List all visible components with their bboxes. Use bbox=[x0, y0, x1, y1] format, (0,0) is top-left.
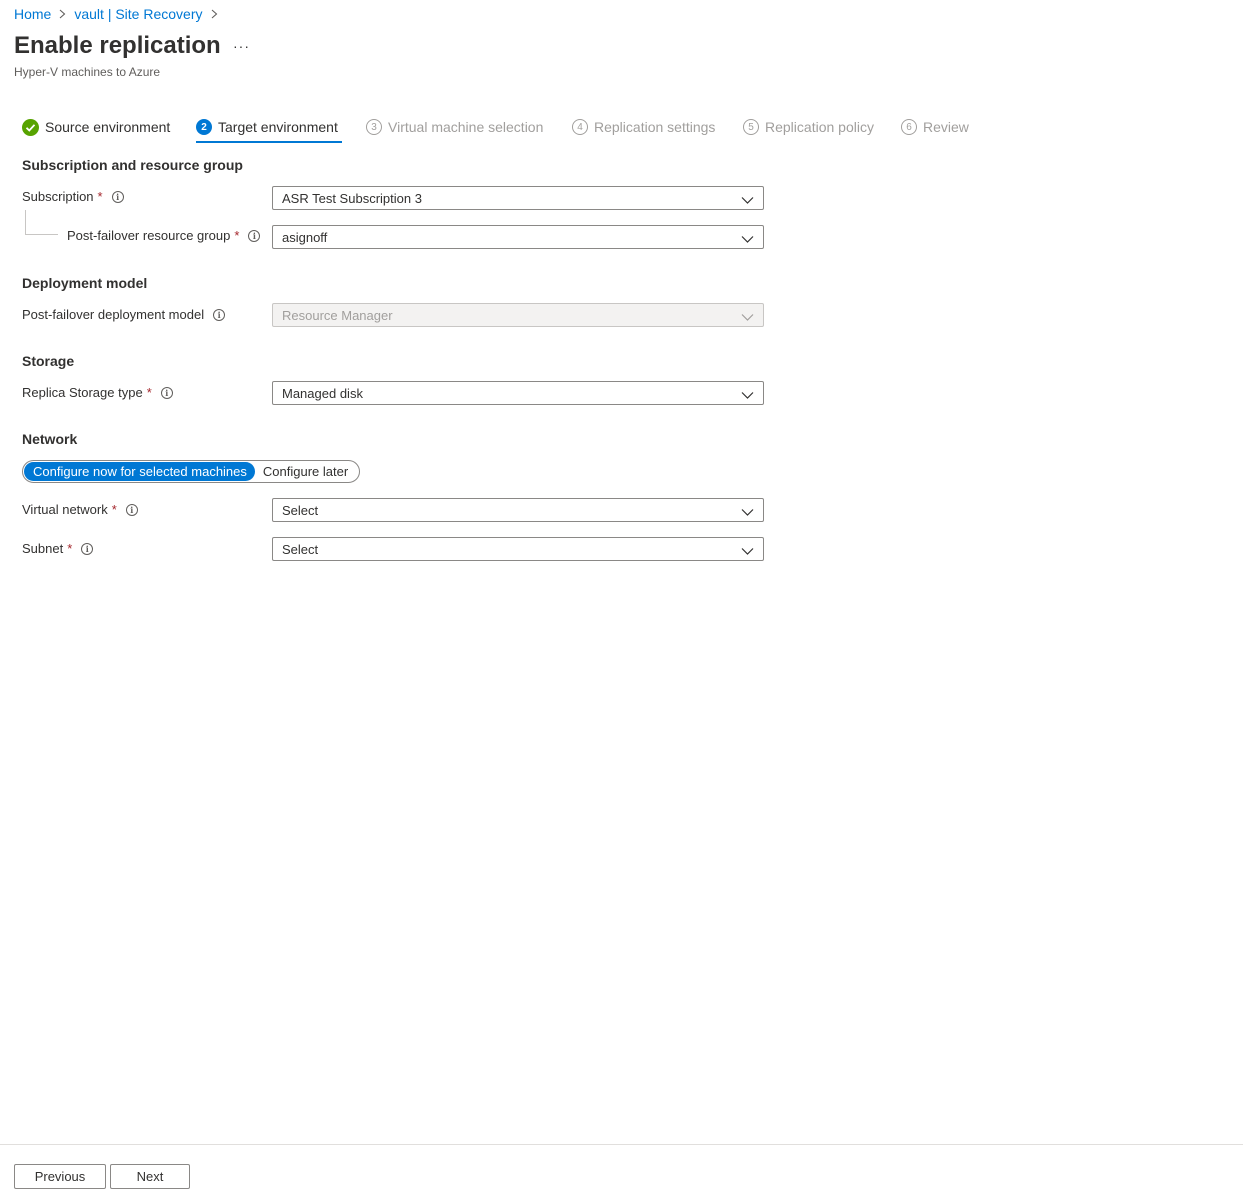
dropdown-value: ASR Test Subscription 3 bbox=[282, 190, 422, 206]
configure-later-option[interactable]: Configure later bbox=[255, 462, 356, 481]
tab-label: Target environment bbox=[218, 119, 338, 135]
dropdown-value: Select bbox=[282, 502, 319, 518]
label-text: Subnet bbox=[22, 541, 64, 556]
chevron-down-icon bbox=[741, 232, 754, 247]
tab-target-environment[interactable]: 2 Target environment bbox=[196, 116, 338, 138]
previous-button[interactable]: Previous bbox=[14, 1164, 106, 1189]
step-number-icon: 5 bbox=[743, 119, 759, 135]
section-heading-subscription: Subscription and resource group bbox=[22, 157, 243, 173]
chevron-down-icon bbox=[741, 310, 754, 325]
required-marker: * bbox=[111, 502, 117, 517]
page-subtitle: Hyper-V machines to Azure bbox=[14, 65, 161, 79]
step-number-icon: 3 bbox=[366, 119, 382, 135]
step-number-icon: 2 bbox=[196, 119, 212, 135]
breadcrumb-home[interactable]: Home bbox=[14, 6, 51, 22]
section-heading-deployment: Deployment model bbox=[22, 275, 148, 291]
required-marker: * bbox=[146, 385, 152, 400]
tab-review[interactable]: 6 Review bbox=[901, 116, 969, 138]
storage-type-dropdown[interactable]: Managed disk bbox=[272, 381, 764, 405]
chevron-right-icon bbox=[59, 9, 66, 19]
info-icon[interactable]: i bbox=[248, 229, 261, 242]
deployment-model-label: Post-failover deployment model i bbox=[22, 307, 226, 322]
tab-label: Replication policy bbox=[765, 119, 874, 135]
footer-divider bbox=[0, 1144, 1243, 1145]
section-heading-network: Network bbox=[22, 431, 78, 447]
tab-replication-policy[interactable]: 5 Replication policy bbox=[743, 116, 874, 138]
tab-source-environment[interactable]: Source environment bbox=[22, 116, 170, 138]
network-config-toggle: Configure now for selected machines Conf… bbox=[22, 460, 360, 483]
storage-type-label: Replica Storage type * i bbox=[22, 385, 173, 400]
step-number-icon: 4 bbox=[572, 119, 588, 135]
subscription-dropdown[interactable]: ASR Test Subscription 3 bbox=[272, 186, 764, 210]
checkmark-circle-icon bbox=[22, 118, 39, 136]
info-icon[interactable]: i bbox=[213, 308, 226, 321]
info-icon[interactable]: i bbox=[125, 503, 138, 516]
tab-label: Source environment bbox=[45, 119, 171, 135]
next-button[interactable]: Next bbox=[110, 1164, 190, 1189]
subnet-label: Subnet * i bbox=[22, 541, 94, 556]
dropdown-value: asignoff bbox=[282, 229, 328, 245]
subscription-label: Subscription * i bbox=[22, 189, 124, 204]
info-icon[interactable]: i bbox=[160, 386, 173, 399]
more-options-button[interactable]: ··· bbox=[233, 38, 250, 54]
tab-label: Virtual machine selection bbox=[388, 119, 544, 135]
tab-replication-settings[interactable]: 4 Replication settings bbox=[572, 116, 715, 138]
required-marker: * bbox=[67, 541, 73, 556]
tab-virtual-machine-selection[interactable]: 3 Virtual machine selection bbox=[366, 116, 543, 138]
info-icon[interactable]: i bbox=[111, 190, 124, 203]
label-text: Virtual network bbox=[22, 502, 108, 517]
chevron-down-icon bbox=[741, 505, 754, 520]
deployment-model-dropdown: Resource Manager bbox=[272, 303, 764, 327]
tab-label: Review bbox=[923, 119, 969, 135]
resource-group-dropdown[interactable]: asignoff bbox=[272, 225, 764, 249]
label-text: Replica Storage type bbox=[22, 385, 143, 400]
label-text: Post-failover deployment model bbox=[22, 307, 205, 322]
dropdown-value: Managed disk bbox=[282, 385, 363, 401]
chevron-down-icon bbox=[741, 388, 754, 403]
tab-label: Replication settings bbox=[594, 119, 716, 135]
section-heading-storage: Storage bbox=[22, 353, 75, 369]
configure-now-option[interactable]: Configure now for selected machines bbox=[24, 462, 255, 481]
virtual-network-label: Virtual network * i bbox=[22, 502, 138, 517]
step-number-icon: 6 bbox=[901, 119, 917, 135]
tree-connector bbox=[25, 234, 58, 235]
required-marker: * bbox=[234, 228, 240, 243]
info-icon[interactable]: i bbox=[81, 542, 94, 555]
resource-group-label: Post-failover resource group * i bbox=[67, 228, 261, 243]
active-tab-indicator bbox=[196, 141, 342, 143]
label-text: Post-failover resource group bbox=[67, 228, 231, 243]
page-title: Enable replication bbox=[14, 32, 221, 59]
chevron-down-icon bbox=[741, 544, 754, 559]
breadcrumb: Home vault | Site Recovery bbox=[14, 6, 226, 22]
subnet-dropdown[interactable]: Select bbox=[272, 537, 764, 561]
virtual-network-dropdown[interactable]: Select bbox=[272, 498, 764, 522]
dropdown-value: Resource Manager bbox=[282, 307, 393, 323]
chevron-right-icon bbox=[211, 9, 218, 19]
required-marker: * bbox=[97, 189, 103, 204]
tree-connector bbox=[25, 210, 26, 234]
chevron-down-icon bbox=[741, 193, 754, 208]
breadcrumb-vault[interactable]: vault | Site Recovery bbox=[74, 6, 202, 22]
dropdown-value: Select bbox=[282, 541, 319, 557]
label-text: Subscription bbox=[22, 189, 94, 204]
